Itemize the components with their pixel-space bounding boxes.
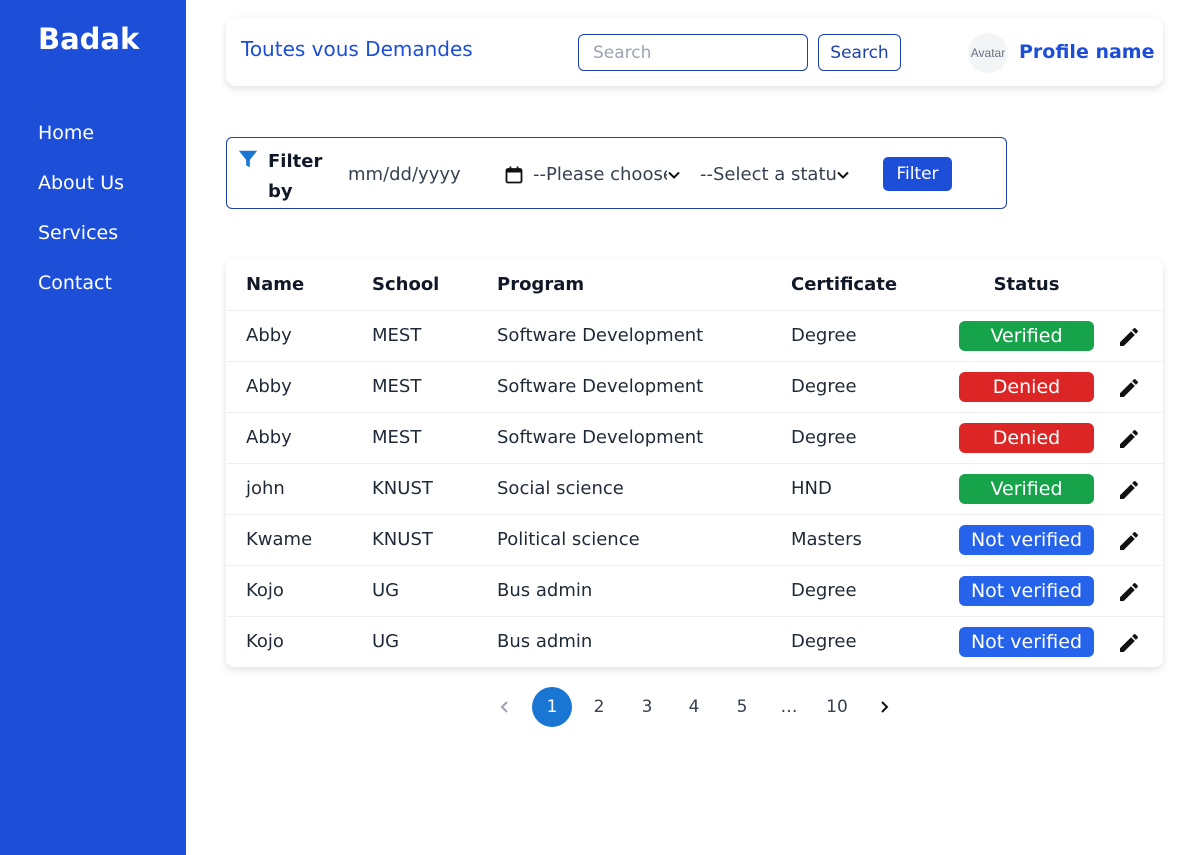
sidebar: Badak Home About Us Services Contact <box>0 0 186 855</box>
edit-icon[interactable] <box>1117 325 1141 349</box>
date-placeholder: mm/dd/yyyy <box>348 164 461 185</box>
page-button-1[interactable]: 1 <box>532 687 572 727</box>
page-ellipsis: … <box>780 697 798 717</box>
sidebar-nav: Home About Us Services Contact <box>38 120 124 320</box>
cell-school: UG <box>372 580 400 601</box>
cell-program: Software Development <box>497 325 704 346</box>
chevron-down-icon <box>836 168 850 182</box>
cell-school: MEST <box>372 325 422 346</box>
cell-school: UG <box>372 631 400 652</box>
table-header: Name School Program Certificate Status <box>226 259 1163 310</box>
table-row: Abby MEST Software Development Degree Denied <box>226 361 1163 412</box>
cell-certificate: Degree <box>791 631 857 652</box>
next-page-button[interactable] <box>864 687 904 727</box>
page-button-10[interactable]: 10 <box>817 687 857 727</box>
cell-program: Political science <box>497 529 640 550</box>
edit-icon[interactable] <box>1117 580 1141 604</box>
cell-name: Abby <box>246 325 292 346</box>
cell-name: Kojo <box>246 580 284 601</box>
table-row: Kwame KNUST Political science Masters Not ve… <box>226 514 1163 565</box>
filter-icon <box>238 150 258 168</box>
status-badge: Denied <box>959 423 1094 453</box>
cell-program: Software Development <box>497 376 704 397</box>
page-button-4[interactable]: 4 <box>674 687 714 727</box>
cell-certificate: HND <box>791 478 832 499</box>
table-row: john KNUST Social science HND Verified <box>226 463 1163 514</box>
filter-bar: Filter by mm/dd/yyyy --Please choose --S… <box>226 137 1007 209</box>
column-header-program: Program <box>497 274 585 295</box>
table-row: Abby MEST Software Development Degree Denied <box>226 412 1163 463</box>
edit-icon[interactable] <box>1117 427 1141 451</box>
calendar-icon[interactable] <box>505 166 523 184</box>
chevron-down-icon <box>667 168 681 182</box>
cell-name: Abby <box>246 376 292 397</box>
cell-program: Bus admin <box>497 631 593 652</box>
column-header-certificate: Certificate <box>791 274 898 295</box>
status-badge: Verified <box>959 321 1094 351</box>
search-button[interactable]: Search <box>818 34 901 71</box>
cell-program: Bus admin <box>497 580 593 601</box>
table-row: Abby MEST Software Development Degree Verifi… <box>226 310 1163 361</box>
previous-page-button[interactable] <box>485 687 525 727</box>
chevron-right-icon <box>881 701 889 713</box>
sidebar-item-about-us[interactable]: About Us <box>38 170 124 220</box>
cell-name: Abby <box>246 427 292 448</box>
sidebar-item-contact[interactable]: Contact <box>38 270 124 320</box>
table-row: Kojo UG Bus admin Degree Not verified <box>226 565 1163 616</box>
cell-school: MEST <box>372 427 422 448</box>
column-header-name: Name <box>246 274 305 295</box>
avatar[interactable]: Avatar <box>968 33 1008 73</box>
sidebar-item-services[interactable]: Services <box>38 220 124 270</box>
avatar-alt-text: Avatar <box>970 46 1006 60</box>
column-header-school: School <box>372 274 440 295</box>
status-badge: Not verified <box>959 627 1094 657</box>
cell-name: Kojo <box>246 631 284 652</box>
column-header-status: Status <box>993 274 1060 295</box>
edit-icon[interactable] <box>1117 376 1141 400</box>
edit-icon[interactable] <box>1117 478 1141 502</box>
page-button-2[interactable]: 2 <box>579 687 619 727</box>
filter-button[interactable]: Filter <box>883 157 952 191</box>
edit-icon[interactable] <box>1117 631 1141 655</box>
category-select-value: --Please choose <box>533 164 674 185</box>
cell-name: Kwame <box>246 529 313 550</box>
edit-icon[interactable] <box>1117 529 1141 553</box>
page-title: Toutes vous Demandes <box>241 37 473 61</box>
table-row: Kojo UG Bus admin Degree Not verified <box>226 616 1163 667</box>
requests-table: Name School Program Certificate Status A… <box>226 259 1163 667</box>
cell-program: Social science <box>497 478 624 499</box>
chevron-left-icon <box>500 701 508 713</box>
profile-name-link[interactable]: Profile name <box>1019 41 1154 63</box>
category-select[interactable]: --Please choose <box>533 160 681 190</box>
status-select[interactable]: --Select a status <box>700 160 850 190</box>
cell-certificate: Degree <box>791 580 857 601</box>
sidebar-item-home[interactable]: Home <box>38 120 124 170</box>
date-input[interactable]: mm/dd/yyyy <box>348 160 523 190</box>
cell-certificate: Masters <box>791 529 862 550</box>
page-button-5[interactable]: 5 <box>722 687 762 727</box>
cell-certificate: Degree <box>791 376 857 397</box>
cell-school: KNUST <box>372 478 433 499</box>
page-button-3[interactable]: 3 <box>627 687 667 727</box>
table-body: Abby MEST Software Development Degree Verifi… <box>226 310 1163 667</box>
status-badge: Verified <box>959 474 1094 504</box>
cell-name: john <box>246 478 285 499</box>
status-badge: Not verified <box>959 576 1094 606</box>
status-badge: Denied <box>959 372 1094 402</box>
cell-school: KNUST <box>372 529 433 550</box>
status-badge: Not verified <box>959 525 1094 555</box>
cell-program: Software Development <box>497 427 704 448</box>
status-select-value: --Select a status <box>700 164 847 185</box>
cell-certificate: Degree <box>791 427 857 448</box>
cell-school: MEST <box>372 376 422 397</box>
top-header: Toutes vous Demandes Search Avatar Profi… <box>226 17 1163 86</box>
cell-certificate: Degree <box>791 325 857 346</box>
filter-label: Filter by <box>268 151 323 202</box>
brand-logo[interactable]: Badak <box>38 22 139 56</box>
search-input[interactable] <box>578 34 808 71</box>
